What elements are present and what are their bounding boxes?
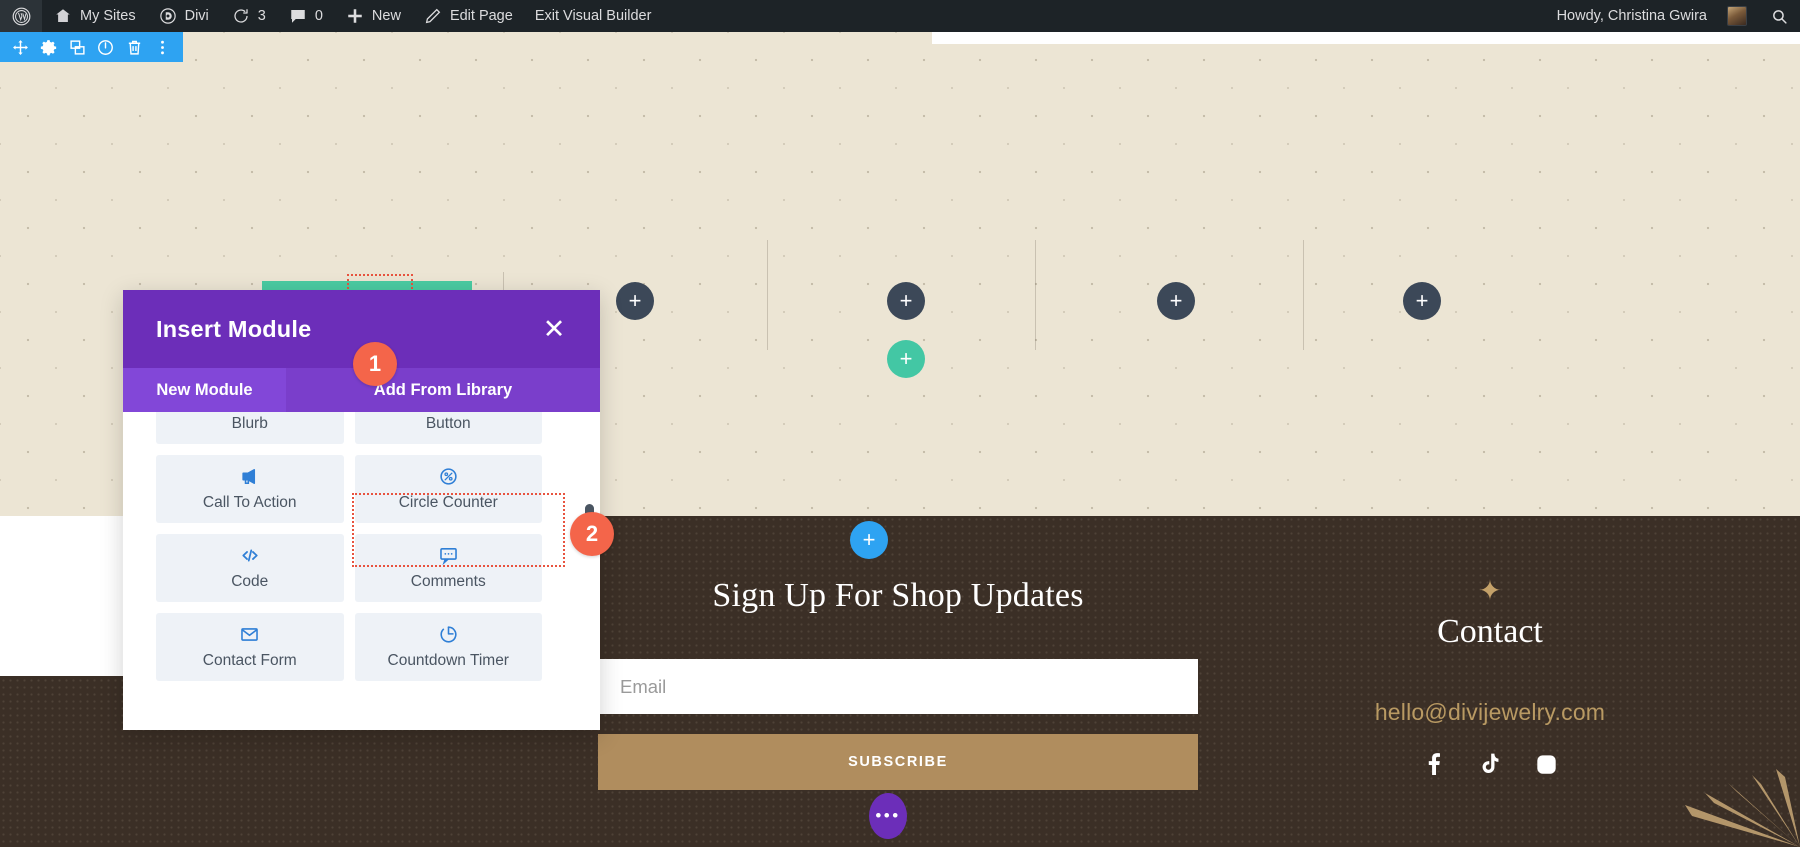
tiktok-icon[interactable] — [1479, 752, 1501, 776]
module-label: Circle Counter — [398, 494, 498, 511]
wp-admin-bar: My Sites Divi 3 0 New Edit Page Exit Vis… — [0, 0, 1800, 32]
wordpress-logo-icon — [11, 6, 31, 26]
search-icon — [1769, 6, 1789, 26]
email-input[interactable]: Email — [598, 659, 1198, 714]
updates-icon — [231, 6, 251, 26]
add-row-button[interactable]: + — [887, 340, 925, 378]
step-badge-1: 1 — [353, 342, 397, 386]
divi-menu[interactable]: Divi — [147, 0, 220, 32]
column-divider-1 — [767, 240, 768, 350]
contact-email-link[interactable]: hello@divijewelry.com — [1290, 699, 1690, 726]
edit-page-button[interactable]: Edit Page — [412, 0, 524, 32]
module-label: Countdown Timer — [387, 652, 509, 669]
contact-title: Contact — [1437, 613, 1543, 650]
pencil-icon — [423, 6, 443, 26]
sparkle-icon: ✦ — [1478, 575, 1502, 606]
signup-column: Sign Up For Shop Updates Email SUBSCRIBE — [598, 577, 1198, 790]
divi-icon — [158, 6, 178, 26]
module-label: Button — [425, 415, 471, 432]
wordpress-logo-button[interactable] — [0, 0, 42, 32]
column-divider-2 — [1035, 240, 1036, 350]
add-module-button-col4[interactable]: + — [1157, 282, 1195, 320]
edit-page-label: Edit Page — [449, 8, 513, 24]
section-disable-button[interactable] — [95, 36, 117, 58]
new-label: New — [371, 8, 401, 24]
plus-icon — [345, 6, 365, 26]
tab-add-from-library[interactable]: Add From Library — [286, 368, 600, 412]
my-sites-label: My Sites — [80, 8, 136, 24]
comments-count: 0 — [314, 8, 323, 24]
add-module-button-col3[interactable]: + — [887, 282, 925, 320]
search-button[interactable] — [1758, 0, 1800, 32]
module-card-code[interactable]: Code — [156, 534, 344, 602]
updates-button[interactable]: 3 — [220, 0, 277, 32]
module-grid: Blurb Button Call To Action Circle Count… — [123, 412, 575, 681]
comments-button[interactable]: 0 — [277, 0, 334, 32]
module-card-countdown-timer[interactable]: Countdown Timer — [354, 613, 542, 681]
avatar — [1727, 6, 1747, 26]
section-more-button[interactable] — [152, 36, 174, 58]
module-label: Comments — [410, 573, 486, 590]
module-card-button[interactable]: Button — [354, 412, 542, 444]
section-delete-button[interactable] — [123, 36, 145, 58]
column-divider-3 — [1303, 240, 1304, 350]
add-module-button-col2[interactable]: + — [616, 282, 654, 320]
module-label: Code — [231, 573, 269, 590]
module-label: Call To Action — [202, 494, 297, 511]
module-label: Blurb — [231, 415, 268, 432]
module-actions-button[interactable]: ••• — [869, 793, 907, 839]
sites-icon — [53, 6, 73, 26]
comment-icon — [288, 6, 308, 26]
tab-new-module[interactable]: New Module — [123, 368, 286, 412]
howdy-label: Howdy, Christina Gwira — [1556, 8, 1707, 24]
my-sites-menu[interactable]: My Sites — [42, 0, 147, 32]
module-card-comments[interactable]: Comments — [354, 534, 542, 602]
admin-bar-right: Howdy, Christina Gwira — [1546, 0, 1800, 32]
step-badge-2: 2 — [570, 512, 614, 556]
circle-counter-icon — [439, 466, 458, 487]
module-card-call-to-action[interactable]: Call To Action — [156, 455, 344, 523]
module-card-circle-counter[interactable]: Circle Counter — [354, 455, 542, 523]
module-label: Contact Form — [202, 652, 297, 669]
add-module-button-col5[interactable]: + — [1403, 282, 1441, 320]
module-card-blurb[interactable]: Blurb — [156, 412, 344, 444]
exit-visual-builder-button[interactable]: Exit Visual Builder — [524, 0, 663, 32]
code-icon — [240, 545, 260, 566]
updates-count: 3 — [257, 8, 266, 24]
subscribe-button[interactable]: SUBSCRIBE — [598, 734, 1198, 790]
exit-visual-builder-label: Exit Visual Builder — [534, 8, 652, 24]
top-white-strip — [932, 32, 1800, 44]
megaphone-icon — [240, 466, 259, 487]
module-card-contact-form[interactable]: Contact Form — [156, 613, 344, 681]
section-move-button[interactable] — [9, 36, 31, 58]
section-settings-button[interactable] — [38, 36, 60, 58]
section-duplicate-button[interactable] — [66, 36, 88, 58]
signup-title: Sign Up For Shop Updates — [712, 577, 1084, 614]
account-menu[interactable]: Howdy, Christina Gwira — [1546, 0, 1758, 32]
section-toolbar — [0, 32, 183, 62]
envelope-icon — [240, 624, 259, 645]
comments-icon — [439, 545, 458, 566]
divi-label: Divi — [184, 8, 209, 24]
instagram-icon[interactable] — [1535, 752, 1557, 776]
modal-body: Blurb Button Call To Action Circle Count… — [123, 412, 600, 730]
modal-title: Insert Module — [156, 315, 312, 342]
facebook-icon[interactable] — [1423, 752, 1445, 776]
new-content-button[interactable]: New — [334, 0, 412, 32]
contact-column: ✦ Contact hello@divijewelry.com — [1290, 577, 1690, 776]
close-icon[interactable]: ✕ — [541, 315, 567, 342]
add-section-button[interactable]: + — [850, 521, 888, 559]
social-links — [1290, 752, 1690, 776]
clock-icon — [439, 624, 458, 645]
